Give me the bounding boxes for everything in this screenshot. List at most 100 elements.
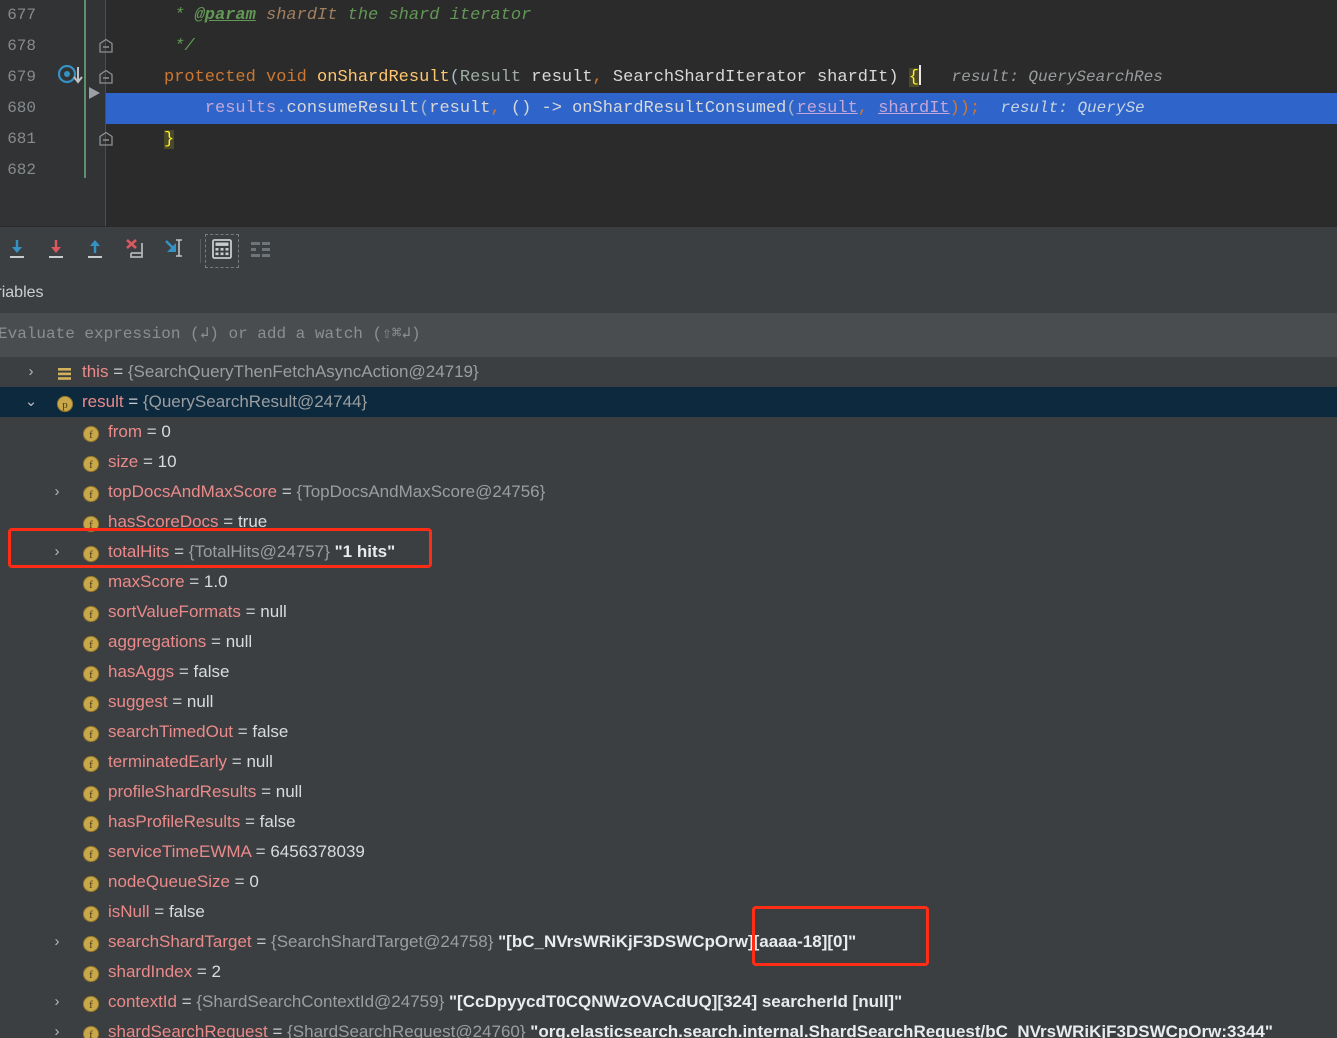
variable-row-nodeQueueSize[interactable]: f nodeQueueSize = 0: [0, 867, 1337, 897]
chevron-right-icon[interactable]: ›: [50, 477, 64, 507]
comma-2: ,: [857, 99, 879, 118]
dot: .: [276, 99, 287, 118]
brace-open: {: [908, 68, 919, 87]
equals-sign: =: [149, 902, 169, 921]
variable-name: size: [108, 452, 139, 471]
variable-text: hasProfileResults = false: [108, 807, 296, 837]
lambda-arrow: () ->: [510, 99, 573, 118]
equals-sign: =: [206, 632, 226, 651]
variable-row-hasProfileResults[interactable]: f hasProfileResults = false: [0, 807, 1337, 837]
line-number: 679: [7, 68, 36, 86]
line-number: 682: [7, 161, 36, 179]
variables-tree[interactable]: › this = {SearchQueryThenFetchAsyncAction…: [0, 357, 1337, 1038]
run-to-cursor-button[interactable]: [158, 236, 188, 266]
step-out-icon: [83, 237, 107, 266]
variable-row-sortValueFormats[interactable]: f sortValueFormats = null: [0, 597, 1337, 627]
variable-row-this[interactable]: › this = {SearchQueryThenFetchAsyncAction…: [0, 357, 1337, 387]
javadoc-close: */: [164, 37, 195, 56]
debugger-toolbar[interactable]: [0, 226, 1337, 275]
param-type-iterator: SearchShardIterator: [612, 68, 807, 87]
force-step-into-icon: [44, 237, 68, 266]
variables-tabbar[interactable]: Variables: [0, 274, 1337, 312]
variable-name: searchShardTarget: [108, 932, 252, 951]
variable-row-size[interactable]: f size = 10: [0, 447, 1337, 477]
variable-row-hasAggs[interactable]: f hasAggs = false: [0, 657, 1337, 687]
chevron-down-icon[interactable]: ⌄: [24, 387, 38, 417]
object-reference: {TotalHits@24757}: [188, 542, 330, 561]
variable-value: false: [252, 722, 289, 741]
variable-row-suggest[interactable]: f suggest = null: [0, 687, 1337, 717]
step-out-button[interactable]: [80, 236, 110, 266]
object-reference: {QuerySearchResult@24744}: [142, 392, 368, 411]
chevron-right-icon[interactable]: ›: [50, 1017, 64, 1038]
chevron-right-icon[interactable]: ›: [50, 987, 64, 1017]
calculator-icon: [211, 238, 233, 265]
variable-row-searchShardTarget[interactable]: › f searchShardTarget = {SearchShardTarget…: [0, 927, 1337, 957]
variable-text: contextId = {ShardSearchContextId@24759}…: [108, 987, 902, 1017]
tab-variables[interactable]: Variables: [0, 274, 56, 312]
variable-row-contextId[interactable]: › f contextId = {ShardSearchContextId@2475…: [0, 987, 1337, 1017]
svg-text:f: f: [89, 849, 93, 861]
equals-sign: =: [184, 572, 204, 591]
step-over-icon: [5, 237, 29, 266]
variable-row-shardSearchRequest[interactable]: › f shardSearchRequest = {ShardSearchReque…: [0, 1017, 1337, 1038]
variable-row-from[interactable]: f from = 0: [0, 417, 1337, 447]
paren-close: ): [888, 68, 909, 87]
method-name: onShardResult: [317, 68, 450, 87]
equals-sign: =: [229, 872, 250, 891]
svg-text:f: f: [89, 879, 93, 891]
variable-value: 0: [249, 872, 259, 891]
chevron-right-icon[interactable]: ›: [50, 537, 64, 567]
equals-sign: =: [192, 962, 212, 981]
variable-row-totalHits[interactable]: › f totalHits = {TotalHits@24757} "1 hits": [0, 537, 1337, 567]
variable-row-topDocsAndMaxScore[interactable]: › f topDocsAndMaxScore = {TopDocsAndMaxSco…: [0, 477, 1337, 507]
variable-row-serviceTimeEWMA[interactable]: f serviceTimeEWMA = 6456378039: [0, 837, 1337, 867]
step-over-button[interactable]: [2, 236, 32, 266]
settings-button[interactable]: [246, 236, 276, 266]
evaluate-expression-input[interactable]: Evaluate expression (↲) or add a watch (…: [0, 312, 1337, 358]
variable-row-profileShardResults[interactable]: f profileShardResults = null: [0, 777, 1337, 807]
javadoc-tag[interactable]: @param: [195, 6, 256, 25]
variable-row-aggregations[interactable]: f aggregations = null: [0, 627, 1337, 657]
arg-result: result: [429, 99, 491, 118]
svg-text:f: f: [89, 609, 93, 621]
force-step-into-button[interactable]: [41, 236, 71, 266]
code-editor[interactable]: 677 678 679 680 681 682 * @param shardIt…: [0, 0, 1337, 226]
variable-name: aggregations: [108, 632, 207, 651]
variable-row-maxScore[interactable]: f maxScore = 1.0: [0, 567, 1337, 597]
svg-text:f: f: [89, 549, 93, 561]
variable-value: "[CcDpyycdT0CQNWzOVACdUQ][324] searcherI…: [449, 992, 903, 1011]
run-to-cursor-icon: [160, 237, 186, 266]
param-name-shardit: shardIt: [806, 68, 889, 87]
variable-row-result[interactable]: ⌄ p result = {QuerySearchResult@24744}: [0, 387, 1337, 417]
object-reference: {TopDocsAndMaxScore@24756}: [296, 482, 546, 501]
drop-frame-button[interactable]: [119, 236, 149, 266]
code-line-679: protected void onShardResult(Result resu…: [106, 62, 1337, 93]
object-reference: {ShardSearchContextId@24759}: [196, 992, 445, 1011]
object-reference: {SearchQueryThenFetchAsyncAction@24719}: [127, 362, 479, 381]
variable-row-searchTimedOut[interactable]: f searchTimedOut = false: [0, 717, 1337, 747]
inline-parameter-hint: result: QuerySe: [1000, 99, 1145, 117]
chevron-right-icon[interactable]: ›: [50, 927, 64, 957]
text-caret: [919, 65, 921, 85]
variable-row-terminatedEarly[interactable]: f terminatedEarly = null: [0, 747, 1337, 777]
code-text-area[interactable]: * @param shardIt the shard iterator */ p…: [106, 0, 1337, 226]
lambda-arg-shardit: shardIt: [878, 99, 950, 118]
variable-row-hasScoreDocs[interactable]: f hasScoreDocs = true: [0, 507, 1337, 537]
chevron-right-icon[interactable]: ›: [24, 357, 38, 387]
variable-value: 1.0: [203, 572, 228, 591]
variable-name: topDocsAndMaxScore: [108, 482, 278, 501]
variable-name: nodeQueueSize: [108, 872, 230, 891]
brace-close: }: [164, 130, 175, 149]
variable-text: hasAggs = false: [108, 657, 229, 687]
equals-sign: =: [138, 452, 158, 471]
method-override-icon[interactable]: [57, 64, 86, 87]
variable-row-isNull[interactable]: f isNull = false: [0, 897, 1337, 927]
statement-end: ));: [949, 99, 981, 118]
variable-name: shardSearchRequest: [108, 1022, 268, 1038]
evaluate-placeholder: Evaluate expression (↲) or add a watch (…: [0, 325, 421, 343]
call-onshardresultconsumed: onShardResultConsumed: [572, 99, 787, 118]
evaluate-expression-button[interactable]: [205, 234, 239, 268]
variable-row-shardIndex[interactable]: f shardIndex = 2: [0, 957, 1337, 987]
keyword-void: void: [266, 68, 307, 87]
